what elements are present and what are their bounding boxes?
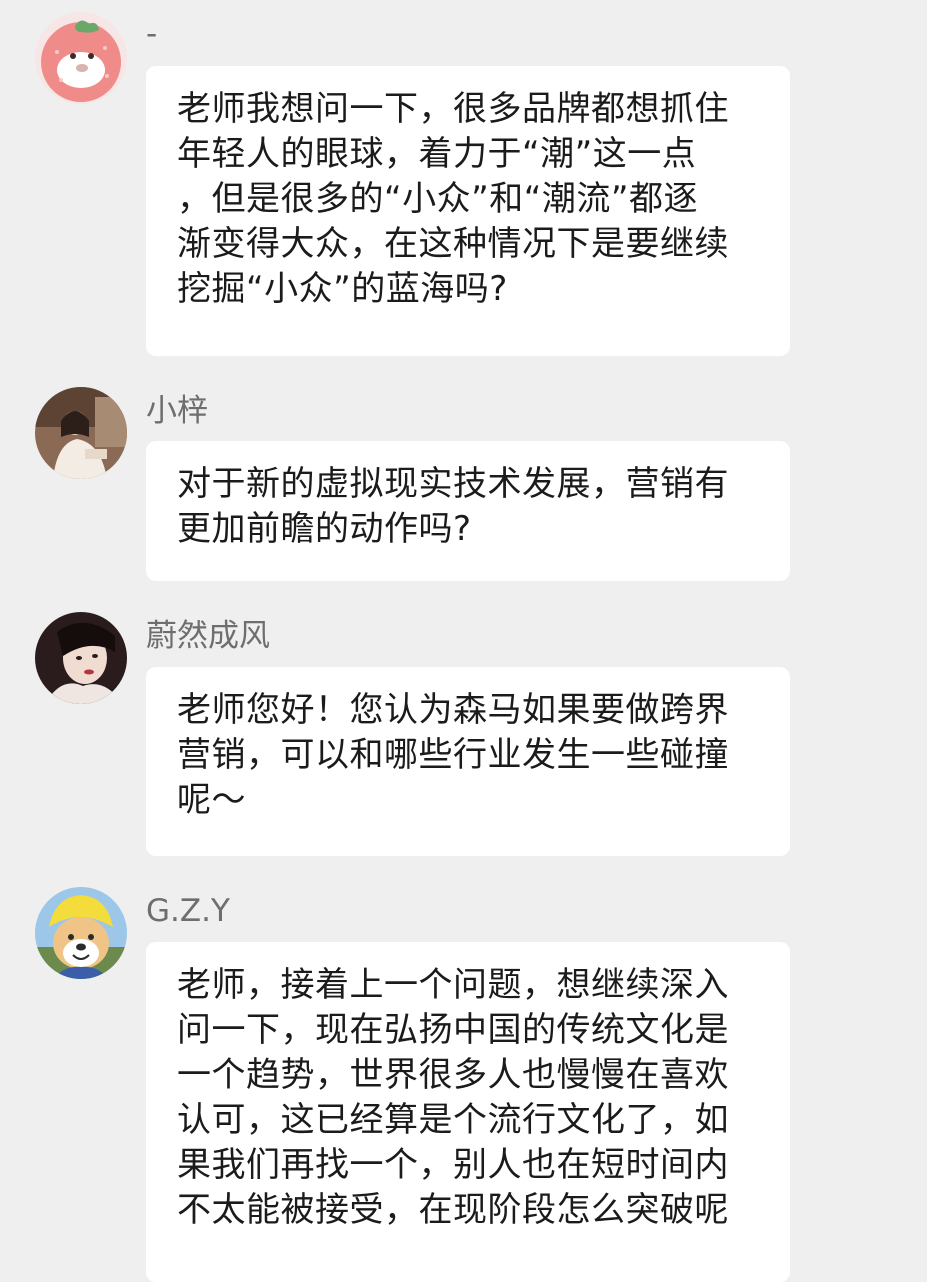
- woman-photo-avatar[interactable]: [35, 387, 127, 479]
- message-text-line: 呢～: [177, 780, 246, 820]
- shiba-dog-avatar[interactable]: [35, 887, 127, 979]
- message-text-line: ，但是很多的“小众”和“潮流”都逐: [177, 179, 698, 219]
- strawberry-bear-avatar[interactable]: [35, 12, 127, 104]
- message-text-line: 渐变得大众，在这种情况下是要继续: [177, 224, 729, 264]
- message-text-line: 一个趋势，世界很多人也慢慢在喜欢: [177, 1055, 729, 1095]
- message-text-line: 果我们再找一个，别人也在短时间内: [177, 1145, 729, 1185]
- message-text-line: 老师我想问一下，很多品牌都想抓住: [177, 89, 729, 129]
- message-text-line: 对于新的虚拟现实技术发展，营销有: [177, 464, 729, 504]
- message-text-line: 更加前瞻的动作吗?: [177, 509, 472, 549]
- sender-name[interactable]: 蔚然成风: [146, 616, 270, 656]
- message-text-line: 老师您好！您认为森马如果要做跨界: [177, 690, 729, 730]
- message-text-line: 年轻人的眼球，着力于“潮”这一点: [177, 134, 697, 174]
- message-bubble: 对于新的虚拟现实技术发展，营销有 更加前瞻的动作吗?: [146, 441, 790, 581]
- message-bubble: 老师您好！您认为森马如果要做跨界 营销，可以和哪些行业发生一些碰撞 呢～: [146, 667, 790, 856]
- message-text-line: 营销，可以和哪些行业发生一些碰撞: [177, 735, 729, 775]
- sender-name[interactable]: G.Z.Y: [146, 891, 230, 931]
- message-text-line: 认可，这已经算是个流行文化了，如: [177, 1100, 729, 1140]
- portrait-photo-avatar[interactable]: [35, 612, 127, 704]
- message-text-line: 不太能被接受，在现阶段怎么突破呢: [177, 1190, 729, 1230]
- sender-name[interactable]: 小梓: [146, 391, 208, 431]
- message-text-line: 挖掘“小众”的蓝海吗?: [177, 269, 508, 309]
- sender-name[interactable]: -: [146, 14, 157, 54]
- message-text-line: 老师，接着上一个问题，想继续深入: [177, 965, 729, 1005]
- message-text-line: 问一下，现在弘扬中国的传统文化是: [177, 1010, 729, 1050]
- message-bubble: 老师，接着上一个问题，想继续深入 问一下，现在弘扬中国的传统文化是 一个趋势，世…: [146, 942, 790, 1282]
- message-bubble: 老师我想问一下，很多品牌都想抓住 年轻人的眼球，着力于“潮”这一点 ，但是很多的…: [146, 66, 790, 356]
